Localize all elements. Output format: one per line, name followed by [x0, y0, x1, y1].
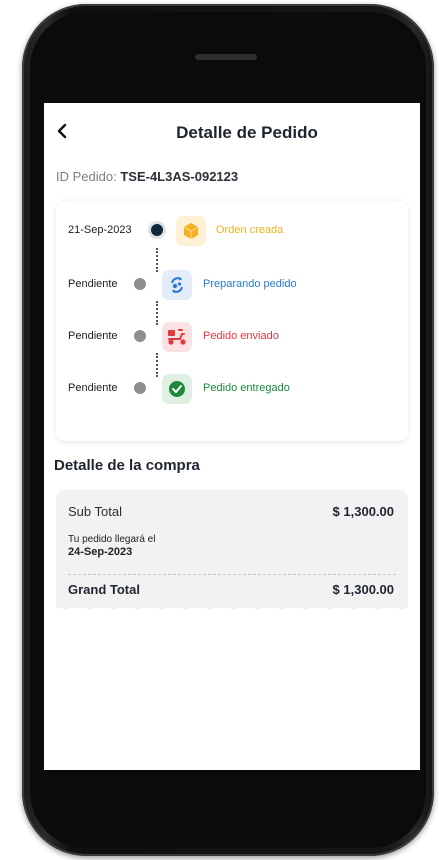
arrival-label: Tu pedido llegará el [68, 534, 156, 545]
arrival-date: 24-Sep-2023 [68, 546, 133, 558]
order-id-value: TSE-4L3AS-092123 [120, 169, 239, 184]
order-id-label: ID Pedido: [56, 169, 117, 184]
step-status-dot [134, 382, 146, 394]
timeline-step-delivered: Pendiente Pedido entregado [56, 373, 408, 405]
step-status-dot [151, 224, 163, 236]
page-title: Detalle de Pedido [176, 123, 318, 142]
order-id: ID Pedido: TSE-4L3AS-092123 [56, 169, 238, 184]
step-status-label: Pedido enviado [203, 330, 279, 342]
phone-speaker [195, 54, 257, 60]
step-date: 21-Sep-2023 [68, 224, 132, 236]
step-date: Pendiente [68, 330, 118, 342]
timeline-step-created: 21-Sep-2023 Orden creada [56, 215, 408, 247]
divider [68, 574, 396, 575]
step-status-dot [134, 278, 146, 290]
check-circle-icon [162, 374, 192, 404]
receipt-wave-edge [56, 599, 408, 610]
grand-total-label: Grand Total [68, 582, 140, 597]
purchase-section-title: Detalle de la compra [54, 457, 200, 474]
step-status-dot [134, 330, 146, 342]
subtotal-value: $ 1,300.00 [332, 504, 394, 519]
step-status-label: Orden creada [216, 224, 284, 236]
box-icon [176, 216, 206, 246]
step-date: Pendiente [68, 382, 118, 394]
order-timeline-card: 21-Sep-2023 Orden creada Pendiente Prepa… [56, 201, 408, 441]
purchase-summary-card: Sub Total $ 1,300.00 Tu pedido llegará e… [56, 490, 408, 608]
app-screen: Detalle de Pedido ID Pedido: TSE-4L3AS-0… [44, 103, 420, 770]
grand-total-value: $ 1,300.00 [332, 582, 394, 597]
top-bar: Detalle de Pedido [44, 103, 420, 159]
step-date: Pendiente [68, 278, 118, 290]
recycle-icon [162, 270, 192, 300]
timeline-step-preparing: Pendiente Preparando pedido [56, 269, 408, 301]
subtotal-label: Sub Total [68, 504, 122, 519]
timeline-step-shipped: Pendiente Pedido enviado [56, 321, 408, 353]
step-status-label: Pedido entregado [203, 382, 290, 394]
step-status-label: Preparando pedido [203, 278, 297, 290]
scooter-icon [162, 322, 192, 352]
